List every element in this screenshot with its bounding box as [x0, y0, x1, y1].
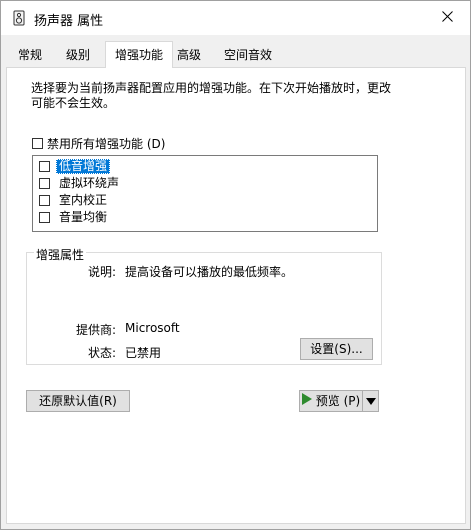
close-button[interactable]: [424, 1, 470, 35]
title-bar: 扬声器 属性: [1, 1, 470, 35]
list-item[interactable]: 音量均衡: [39, 209, 110, 225]
checkbox-box[interactable]: [39, 211, 50, 223]
speaker-icon: [11, 10, 27, 26]
list-item[interactable]: 低音增强: [39, 158, 111, 174]
status-label: 状态:: [87, 346, 116, 360]
status-value: 已禁用: [125, 346, 162, 360]
checkbox-box[interactable]: [39, 177, 50, 189]
properties-window: 扬声器 属性 常规 级别 增强功能 高级 空间音效 选择要为当前扬声器配置应用的…: [0, 0, 471, 530]
disable-all-label: 禁用所有增强功能 (D): [47, 137, 166, 151]
tab-enhancements[interactable]: 增强功能: [105, 41, 173, 68]
settings-button[interactable]: 设置(S)...: [300, 338, 373, 360]
list-item-label: 低音增强: [56, 158, 111, 174]
tab-spatial-sound[interactable]: 空间音效: [216, 43, 280, 68]
description-text: 选择要为当前扬声器配置应用的增强功能。在下次开始播放时，更改可能不会生效。: [31, 81, 392, 110]
preview-label: 预览 (P): [315, 394, 361, 408]
restore-defaults-button[interactable]: 还原默认值(R): [26, 390, 130, 412]
description-label: 说明:: [87, 265, 116, 279]
provider-label: 提供商:: [75, 323, 116, 337]
window-title: 扬声器 属性: [34, 14, 104, 29]
chevron-down-icon: [365, 391, 376, 411]
list-item-label: 音量均衡: [59, 209, 108, 224]
close-icon: [441, 11, 453, 25]
list-item[interactable]: 虚拟环绕声: [39, 175, 122, 191]
play-icon: [301, 391, 312, 411]
enhancement-list[interactable]: 低音增强 虚拟环绕声 室内校正 音量均衡: [32, 155, 378, 232]
tab-advanced[interactable]: 高级: [171, 43, 207, 68]
list-item-label: 室内校正: [59, 192, 108, 207]
preview-dropdown-button[interactable]: [362, 390, 379, 412]
checkbox-box[interactable]: [32, 138, 43, 149]
disable-all-checkbox[interactable]: 禁用所有增强功能 (D): [32, 135, 165, 152]
tab-general[interactable]: 常规: [10, 43, 50, 68]
provider-value: Microsoft: [125, 321, 180, 335]
tab-levels[interactable]: 级别: [57, 43, 99, 68]
preview-button[interactable]: 预览 (P): [299, 390, 363, 412]
list-item-label: 虚拟环绕声: [59, 175, 120, 190]
checkbox-box[interactable]: [39, 194, 50, 206]
checkbox-box[interactable]: [39, 160, 50, 172]
description-value: 提高设备可以播放的最低频率。: [125, 265, 294, 279]
list-item[interactable]: 室内校正: [39, 192, 110, 208]
properties-group-title: 增强属性: [34, 246, 87, 263]
